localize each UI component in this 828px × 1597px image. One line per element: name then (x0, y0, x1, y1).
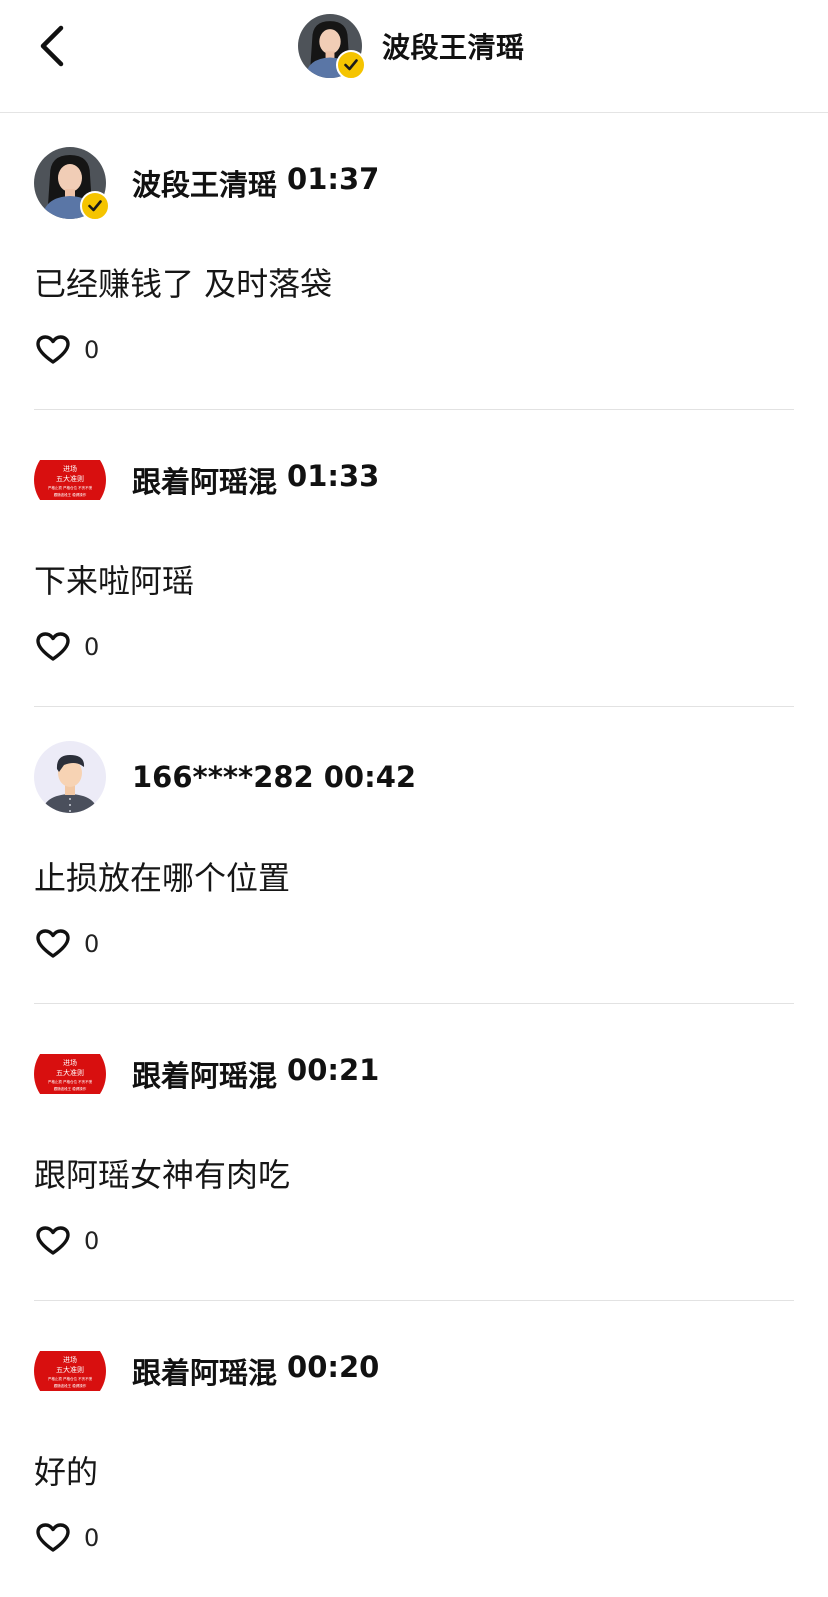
comment-header: 166****282 00:42 (34, 741, 416, 813)
like-count: 0 (84, 633, 100, 661)
like-count: 0 (84, 930, 100, 958)
default-man-avatar-icon (34, 741, 106, 813)
comment-item: 进场 五大准则 严格止损 严格仓位 不贪不慌 跟随波段王 稳健操作 跟着阿瑶混 … (34, 1301, 794, 1597)
comment-text: 跟阿瑶女神有肉吃 (34, 1156, 291, 1194)
comment-text: 止损放在哪个位置 (34, 859, 291, 897)
heart-icon (36, 335, 70, 364)
svg-text:严格止损 严格仓位 不贪不慌: 严格止损 严格仓位 不贪不慌 (48, 485, 93, 490)
chevron-left-icon (40, 25, 64, 67)
user-avatar[interactable]: 进场 五大准则 严格止损 严格仓位 不贪不慌 跟随波段王 稳健操作 (34, 1038, 106, 1110)
comment-list: 波段王清瑶 01:37 已经赚钱了 及时落袋 0 进场 五大准则 严格止损 严格… (34, 113, 794, 1597)
top-nav-bar: 波段王清瑶 (0, 0, 828, 113)
comment-text: 好的 (34, 1453, 99, 1491)
like-button[interactable]: 0 (36, 929, 99, 959)
comment-text: 已经赚钱了 及时落袋 (34, 265, 333, 303)
heart-icon (36, 632, 70, 661)
comment-header: 进场 五大准则 严格止损 严格仓位 不贪不慌 跟随波段王 稳健操作 跟着阿瑶混 … (34, 444, 379, 516)
svg-text:五大准则: 五大准则 (56, 474, 84, 483)
header-title: 波段王清瑶 (382, 31, 525, 64)
comment-time: 00:42 (323, 760, 417, 794)
header-profile[interactable]: 波段王清瑶 (298, 14, 525, 80)
verified-badge (80, 191, 110, 221)
like-button[interactable]: 0 (36, 335, 99, 365)
comment-time: 00:20 (287, 1350, 380, 1384)
svg-text:进场: 进场 (63, 464, 77, 473)
comment-username[interactable]: 166****282 (132, 760, 314, 794)
user-avatar[interactable] (34, 741, 106, 813)
like-button[interactable]: 0 (36, 632, 99, 662)
verified-check-icon (88, 200, 102, 212)
user-avatar[interactable]: 进场 五大准则 严格止损 严格仓位 不贪不慌 跟随波段王 稳健操作 (34, 444, 106, 516)
comment-item: 166****282 00:42 止损放在哪个位置 0 (34, 707, 794, 1004)
comment-header: 进场 五大准则 严格止损 严格仓位 不贪不慌 跟随波段王 稳健操作 跟着阿瑶混 … (34, 1038, 379, 1110)
svg-text:五大准则: 五大准则 (56, 1365, 84, 1374)
banner-avatar-icon: 进场 五大准则 严格止损 严格仓位 不贪不慌 跟随波段王 稳健操作 (34, 1335, 106, 1407)
heart-icon (36, 1226, 70, 1255)
like-button[interactable]: 0 (36, 1226, 99, 1256)
svg-text:进场: 进场 (63, 1355, 77, 1364)
user-avatar[interactable] (34, 147, 110, 221)
comment-item: 进场 五大准则 严格止损 严格仓位 不贪不慌 跟随波段王 稳健操作 跟着阿瑶混 … (34, 1004, 794, 1301)
back-button[interactable] (28, 22, 76, 70)
comment-time: 00:21 (287, 1053, 380, 1087)
comment-username[interactable]: 跟着阿瑶混 (132, 1350, 277, 1392)
comment-username[interactable]: 跟着阿瑶混 (132, 1053, 277, 1095)
svg-text:五大准则: 五大准则 (56, 1068, 84, 1077)
like-count: 0 (84, 1227, 100, 1255)
banner-avatar-icon: 进场 五大准则 严格止损 严格仓位 不贪不慌 跟随波段王 稳健操作 (34, 444, 106, 516)
verified-badge (336, 50, 366, 80)
comment-item: 进场 五大准则 严格止损 严格仓位 不贪不慌 跟随波段王 稳健操作 跟着阿瑶混 … (34, 410, 794, 707)
banner-avatar-icon: 进场 五大准则 严格止损 严格仓位 不贪不慌 跟随波段王 稳健操作 (34, 1038, 106, 1110)
header-avatar[interactable] (298, 14, 366, 80)
heart-icon (36, 929, 70, 958)
svg-text:跟随波段王 稳健操作: 跟随波段王 稳健操作 (54, 492, 87, 497)
comment-header: 进场 五大准则 严格止损 严格仓位 不贪不慌 跟随波段王 稳健操作 跟着阿瑶混 … (34, 1335, 379, 1407)
svg-text:跟随波段王 稳健操作: 跟随波段王 稳健操作 (54, 1383, 87, 1388)
svg-text:严格止损 严格仓位 不贪不慌: 严格止损 严格仓位 不贪不慌 (48, 1376, 93, 1381)
svg-text:进场: 进场 (63, 1058, 77, 1067)
verified-check-icon (344, 59, 358, 71)
comment-time: 01:33 (287, 459, 380, 493)
like-button[interactable]: 0 (36, 1523, 99, 1553)
comment-text: 下来啦阿瑶 (34, 562, 195, 600)
user-avatar[interactable]: 进场 五大准则 严格止损 严格仓位 不贪不慌 跟随波段王 稳健操作 (34, 1335, 106, 1407)
comment-username[interactable]: 波段王清瑶 (132, 162, 277, 204)
comment-time: 01:37 (287, 162, 380, 196)
comment-header: 波段王清瑶 01:37 (34, 147, 380, 221)
heart-icon (36, 1523, 70, 1552)
comment-username[interactable]: 跟着阿瑶混 (132, 459, 277, 501)
like-count: 0 (84, 1524, 100, 1552)
comment-item: 波段王清瑶 01:37 已经赚钱了 及时落袋 0 (34, 113, 794, 410)
like-count: 0 (84, 336, 100, 364)
svg-text:严格止损 严格仓位 不贪不慌: 严格止损 严格仓位 不贪不慌 (48, 1079, 93, 1084)
svg-text:跟随波段王 稳健操作: 跟随波段王 稳健操作 (54, 1086, 87, 1091)
